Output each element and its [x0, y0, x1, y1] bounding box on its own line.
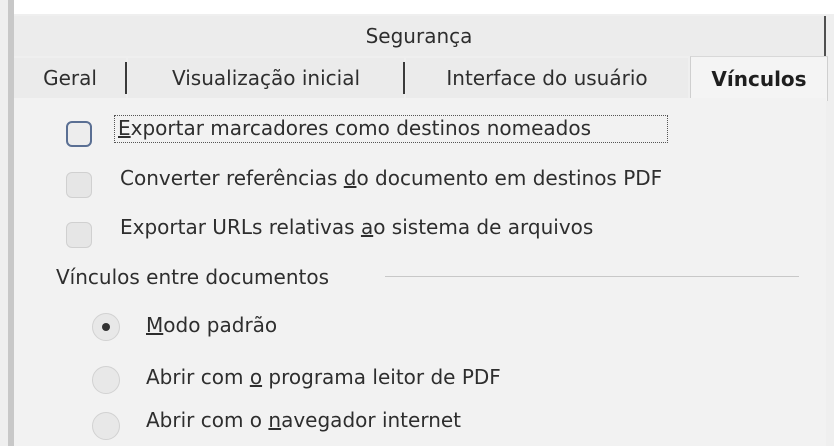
- tab-interface-do-usuario[interactable]: Interface do usuário: [406, 58, 688, 98]
- relative-urls-label[interactable]: Exportar URLs relativas ao sistema de ar…: [120, 215, 593, 239]
- tab-visualizacao-inicial[interactable]: Visualização inicial: [128, 58, 405, 98]
- default-mode-label[interactable]: Modo padrão: [146, 313, 277, 337]
- export-bookmarks-label[interactable]: Exportar marcadores como destinos nomead…: [118, 116, 591, 140]
- open-pdf-reader-radio[interactable]: [92, 366, 120, 394]
- group-separator-line: [385, 276, 799, 277]
- tab-geral[interactable]: Geral: [14, 58, 127, 98]
- convert-references-checkbox[interactable]: [66, 172, 92, 198]
- tab-vinculos[interactable]: Vínculos: [690, 56, 828, 101]
- open-internet-browser-radio[interactable]: [92, 412, 120, 440]
- export-bookmarks-checkbox[interactable]: [66, 121, 92, 147]
- cross-doc-links-group-title: Vínculos entre documentos: [56, 265, 329, 289]
- relative-urls-checkbox[interactable]: [66, 222, 92, 248]
- open-internet-browser-label[interactable]: Abrir com o navegador internet: [146, 408, 461, 432]
- tab-seguranca[interactable]: Segurança: [14, 16, 826, 56]
- default-mode-radio[interactable]: [92, 313, 120, 341]
- window-top-strip: [14, 0, 834, 14]
- convert-references-label[interactable]: Converter referências do documento em de…: [120, 166, 662, 190]
- tab-row-bottom: Geral Visualização inicial Interface do …: [14, 56, 834, 101]
- tab-row-top: Segurança: [14, 16, 826, 56]
- open-pdf-reader-label[interactable]: Abrir com o programa leitor de PDF: [146, 365, 501, 389]
